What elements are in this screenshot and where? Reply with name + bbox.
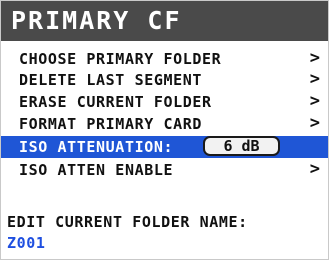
- menu-item-label: DELETE LAST SEGMENT: [19, 71, 202, 89]
- chevron-right-icon: >: [309, 91, 320, 111]
- menu-item-label: ISO ATTEN ENABLE: [19, 161, 174, 179]
- menu-item-label: FORMAT PRIMARY CARD: [19, 115, 202, 133]
- folder-name-field[interactable]: Z001: [7, 234, 46, 252]
- menu-item-erase-current-folder[interactable]: ERASE CURRENT FOLDER >: [1, 91, 328, 113]
- device-screen: PRIMARY CF CHOOSE PRIMARY FOLDER > DELET…: [0, 0, 329, 260]
- menu-item-label: CHOOSE PRIMARY FOLDER: [19, 50, 222, 68]
- folder-name-label: EDIT CURRENT FOLDER NAME:: [7, 213, 248, 231]
- chevron-right-icon: >: [309, 69, 320, 89]
- screen-title: PRIMARY CF: [11, 6, 182, 35]
- menu-item-format-primary-card[interactable]: FORMAT PRIMARY CARD >: [1, 113, 328, 135]
- menu-item-iso-atten-enable[interactable]: ISO ATTEN ENABLE >: [1, 159, 328, 181]
- chevron-right-icon: >: [309, 48, 320, 68]
- chevron-right-icon: >: [309, 159, 320, 179]
- menu-item-label: ERASE CURRENT FOLDER: [19, 93, 212, 111]
- menu-item-iso-attenuation[interactable]: ISO ATTENUATION: 6 dB: [1, 136, 328, 158]
- menu-item-delete-last-segment[interactable]: DELETE LAST SEGMENT >: [1, 69, 328, 91]
- title-bar: PRIMARY CF: [1, 1, 328, 41]
- iso-attenuation-value[interactable]: 6 dB: [203, 136, 280, 156]
- chevron-right-icon: >: [309, 113, 320, 133]
- menu-item-choose-primary-folder[interactable]: CHOOSE PRIMARY FOLDER >: [1, 48, 328, 70]
- menu-item-label: ISO ATTENUATION:: [19, 138, 174, 156]
